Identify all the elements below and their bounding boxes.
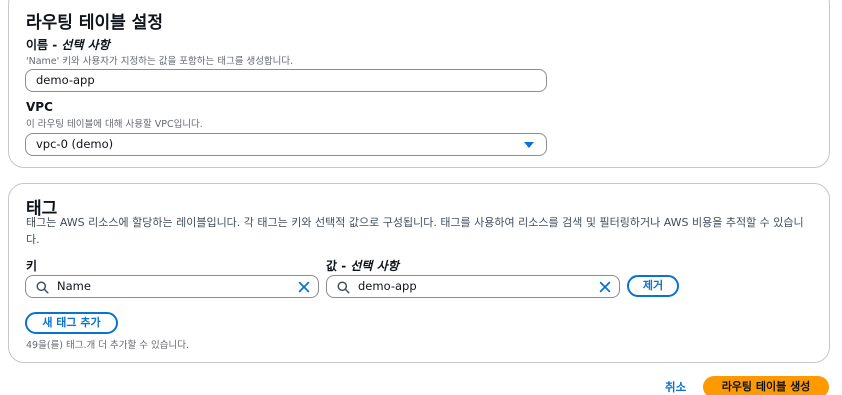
- tags-remaining-text: 49을(를) 태그.개 더 추가할 수 있습니다.: [26, 340, 189, 351]
- tag-value-label: 값 - 선택 사항: [326, 257, 399, 274]
- create-route-table-button[interactable]: 라우팅 테이블 생성: [703, 376, 829, 395]
- vpc-label: VPC: [26, 100, 53, 114]
- tag-key-value: Name: [57, 279, 91, 293]
- vpc-description: 이 라우팅 테이블에 대해 사용할 VPC입니다.: [26, 119, 203, 130]
- tag-key-label: 키: [26, 259, 38, 273]
- caret-down-icon: [524, 142, 534, 148]
- name-description: 'Name' 키와 사용자가 지정하는 값을 포함하는 태그를 생성합니다.: [26, 56, 294, 67]
- search-icon: [36, 281, 49, 294]
- tags-panel: 태그 태그는 AWS 리소스에 할당하는 레이블입니다. 각 태그는 키와 선택…: [8, 183, 830, 363]
- clear-icon[interactable]: [598, 280, 612, 294]
- tag-value-value: demo-app: [358, 279, 417, 293]
- route-table-settings-panel: 라우팅 테이블 설정 이름 - 선택 사항 'Name' 키와 사용자가 지정하…: [8, 0, 830, 168]
- vpc-selected-value: vpc-0 (demo): [36, 137, 114, 151]
- remove-tag-button[interactable]: 제거: [627, 275, 679, 297]
- name-label: 이름 - 선택 사항: [26, 36, 110, 53]
- name-input[interactable]: demo-app: [25, 69, 547, 92]
- name-label-text: 이름 -: [26, 38, 62, 52]
- tag-value-label-text: 값 -: [326, 259, 351, 273]
- clear-icon[interactable]: [297, 280, 311, 294]
- settings-title: 라우팅 테이블 설정: [26, 13, 163, 33]
- tag-key-input[interactable]: Name: [25, 275, 319, 298]
- tag-value-input[interactable]: demo-app: [326, 275, 620, 298]
- cancel-button[interactable]: 취소: [665, 379, 686, 395]
- search-icon: [337, 281, 350, 294]
- name-optional-text: 선택 사항: [61, 38, 110, 52]
- add-tag-button[interactable]: 새 태그 추가: [25, 312, 118, 334]
- vpc-select[interactable]: vpc-0 (demo): [25, 133, 547, 156]
- tags-description: 태그는 AWS 리소스에 할당하는 레이블입니다. 각 태그는 키와 선택적 값…: [26, 216, 804, 246]
- tag-value-optional-text: 선택 사항: [350, 259, 399, 273]
